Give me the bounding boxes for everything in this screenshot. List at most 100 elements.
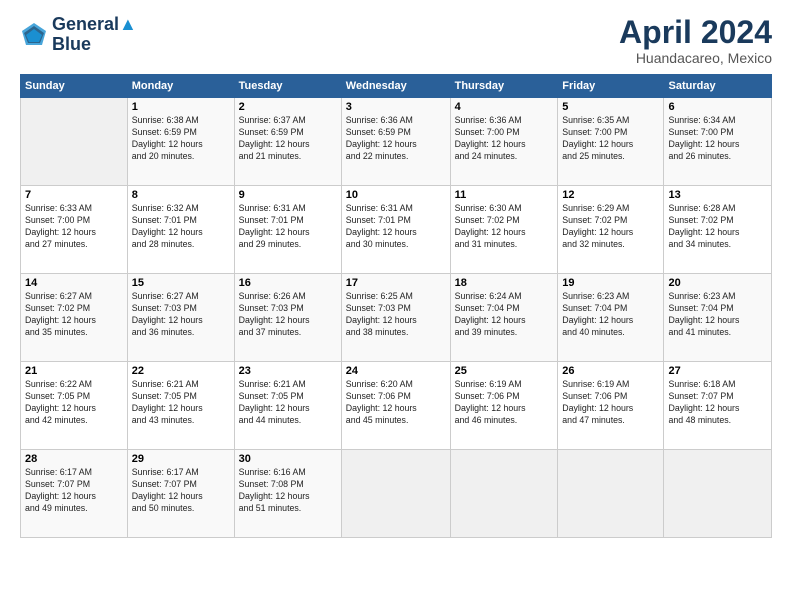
day-number: 1 [132, 101, 230, 113]
day-info: Sunrise: 6:27 AM Sunset: 7:02 PM Dayligh… [25, 291, 123, 339]
day-info: Sunrise: 6:30 AM Sunset: 7:02 PM Dayligh… [455, 203, 554, 251]
day-number: 19 [562, 277, 659, 289]
day-number: 9 [239, 189, 337, 201]
calendar-cell: 23 Sunrise: 6:21 AM Sunset: 7:05 PM Dayli… [234, 362, 341, 450]
calendar-cell: 19 Sunrise: 6:23 AM Sunset: 7:04 PM Dayli… [558, 274, 664, 362]
weekday-header-saturday: Saturday [664, 75, 772, 98]
calendar-cell: 27 Sunrise: 6:18 AM Sunset: 7:07 PM Dayli… [664, 362, 772, 450]
day-number: 26 [562, 365, 659, 377]
calendar-cell: 30Sunrise: 6:16 AM Sunset: 7:08 PM Dayli… [234, 450, 341, 538]
day-info: Sunrise: 6:34 AM Sunset: 7:00 PM Dayligh… [668, 115, 767, 163]
calendar-cell: 28Sunrise: 6:17 AM Sunset: 7:07 PM Dayli… [21, 450, 128, 538]
day-number: 18 [455, 277, 554, 289]
day-number: 3 [346, 101, 446, 113]
calendar-week-4: 21 Sunrise: 6:22 AM Sunset: 7:05 PM Dayli… [21, 362, 772, 450]
day-info: Sunrise: 6:19 AM Sunset: 7:06 PM Dayligh… [562, 379, 659, 427]
weekday-header-thursday: Thursday [450, 75, 558, 98]
calendar-cell: 29 Sunrise: 6:17 AM Sunset: 7:07 PM Dayli… [127, 450, 234, 538]
day-number: 4 [455, 101, 554, 113]
day-info: Sunrise: 6:32 AM Sunset: 7:01 PM Dayligh… [132, 203, 230, 251]
day-info: Sunrise: 6:20 AM Sunset: 7:06 PM Dayligh… [346, 379, 446, 427]
day-info: Sunrise: 6:38 AM Sunset: 6:59 PM Dayligh… [132, 115, 230, 163]
day-info: Sunrise: 6:23 AM Sunset: 7:04 PM Dayligh… [668, 291, 767, 339]
day-info: Sunrise: 6:22 AM Sunset: 7:05 PM Dayligh… [25, 379, 123, 427]
weekday-header-sunday: Sunday [21, 75, 128, 98]
calendar-week-3: 14 Sunrise: 6:27 AM Sunset: 7:02 PM Dayli… [21, 274, 772, 362]
day-info: Sunrise: 6:28 AM Sunset: 7:02 PM Dayligh… [668, 203, 767, 251]
day-number: 29 [132, 453, 230, 465]
calendar-cell: 26 Sunrise: 6:19 AM Sunset: 7:06 PM Dayli… [558, 362, 664, 450]
calendar-cell: 17 Sunrise: 6:25 AM Sunset: 7:03 PM Dayli… [341, 274, 450, 362]
calendar-cell: 12 Sunrise: 6:29 AM Sunset: 7:02 PM Dayli… [558, 186, 664, 274]
calendar-cell: 13 Sunrise: 6:28 AM Sunset: 7:02 PM Dayli… [664, 186, 772, 274]
day-number: 23 [239, 365, 337, 377]
day-number: 14 [25, 277, 123, 289]
day-number: 25 [455, 365, 554, 377]
calendar-table: SundayMondayTuesdayWednesdayThursdayFrid… [20, 74, 772, 538]
day-number: 13 [668, 189, 767, 201]
day-info: Sunrise: 6:27 AM Sunset: 7:03 PM Dayligh… [132, 291, 230, 339]
calendar-cell [558, 450, 664, 538]
day-number: 30 [239, 453, 337, 465]
day-number: 7 [25, 189, 123, 201]
day-number: 24 [346, 365, 446, 377]
day-info: Sunrise: 6:31 AM Sunset: 7:01 PM Dayligh… [239, 203, 337, 251]
weekday-header-friday: Friday [558, 75, 664, 98]
day-info: Sunrise: 6:23 AM Sunset: 7:04 PM Dayligh… [562, 291, 659, 339]
day-number: 11 [455, 189, 554, 201]
weekday-header-tuesday: Tuesday [234, 75, 341, 98]
calendar-cell: 18Sunrise: 6:24 AM Sunset: 7:04 PM Dayli… [450, 274, 558, 362]
calendar-cell: 7Sunrise: 6:33 AM Sunset: 7:00 PM Daylig… [21, 186, 128, 274]
page: General▲ Blue April 2024 Huandacareo, Me… [0, 0, 792, 612]
calendar-cell: 10 Sunrise: 6:31 AM Sunset: 7:01 PM Dayli… [341, 186, 450, 274]
day-number: 10 [346, 189, 446, 201]
calendar-cell: 3 Sunrise: 6:36 AM Sunset: 6:59 PM Daylig… [341, 98, 450, 186]
calendar-cell: 8 Sunrise: 6:32 AM Sunset: 7:01 PM Daylig… [127, 186, 234, 274]
day-info: Sunrise: 6:31 AM Sunset: 7:01 PM Dayligh… [346, 203, 446, 251]
calendar-cell: 11 Sunrise: 6:30 AM Sunset: 7:02 PM Dayli… [450, 186, 558, 274]
day-info: Sunrise: 6:29 AM Sunset: 7:02 PM Dayligh… [562, 203, 659, 251]
day-number: 5 [562, 101, 659, 113]
day-number: 2 [239, 101, 337, 113]
day-info: Sunrise: 6:19 AM Sunset: 7:06 PM Dayligh… [455, 379, 554, 427]
calendar-cell [341, 450, 450, 538]
calendar-cell: 15 Sunrise: 6:27 AM Sunset: 7:03 PM Dayli… [127, 274, 234, 362]
calendar-cell: 22Sunrise: 6:21 AM Sunset: 7:05 PM Dayli… [127, 362, 234, 450]
day-info: Sunrise: 6:21 AM Sunset: 7:05 PM Dayligh… [132, 379, 230, 427]
month-title: April 2024 [619, 15, 772, 50]
calendar-cell: 4 Sunrise: 6:36 AM Sunset: 7:00 PM Daylig… [450, 98, 558, 186]
calendar-cell: 6 Sunrise: 6:34 AM Sunset: 7:00 PM Daylig… [664, 98, 772, 186]
day-number: 28 [25, 453, 123, 465]
day-info: Sunrise: 6:17 AM Sunset: 7:07 PM Dayligh… [132, 467, 230, 515]
header: General▲ Blue April 2024 Huandacareo, Me… [20, 15, 772, 66]
day-number: 21 [25, 365, 123, 377]
calendar-cell: 1 Sunrise: 6:38 AM Sunset: 6:59 PM Daylig… [127, 98, 234, 186]
calendar-week-2: 7Sunrise: 6:33 AM Sunset: 7:00 PM Daylig… [21, 186, 772, 274]
logo-icon [20, 21, 48, 49]
day-number: 15 [132, 277, 230, 289]
calendar-cell: 24 Sunrise: 6:20 AM Sunset: 7:06 PM Dayli… [341, 362, 450, 450]
day-info: Sunrise: 6:36 AM Sunset: 7:00 PM Dayligh… [455, 115, 554, 163]
day-number: 12 [562, 189, 659, 201]
calendar-cell: 9 Sunrise: 6:31 AM Sunset: 7:01 PM Daylig… [234, 186, 341, 274]
day-number: 8 [132, 189, 230, 201]
day-info: Sunrise: 6:18 AM Sunset: 7:07 PM Dayligh… [668, 379, 767, 427]
calendar-cell: 14 Sunrise: 6:27 AM Sunset: 7:02 PM Dayli… [21, 274, 128, 362]
day-info: Sunrise: 6:36 AM Sunset: 6:59 PM Dayligh… [346, 115, 446, 163]
day-info: Sunrise: 6:21 AM Sunset: 7:05 PM Dayligh… [239, 379, 337, 427]
location: Huandacareo, Mexico [619, 50, 772, 66]
weekday-header-monday: Monday [127, 75, 234, 98]
day-number: 17 [346, 277, 446, 289]
day-number: 27 [668, 365, 767, 377]
day-number: 20 [668, 277, 767, 289]
day-info: Sunrise: 6:35 AM Sunset: 7:00 PM Dayligh… [562, 115, 659, 163]
logo: General▲ Blue [20, 15, 137, 55]
calendar-cell: 16Sunrise: 6:26 AM Sunset: 7:03 PM Dayli… [234, 274, 341, 362]
calendar-week-1: 1 Sunrise: 6:38 AM Sunset: 6:59 PM Daylig… [21, 98, 772, 186]
day-info: Sunrise: 6:25 AM Sunset: 7:03 PM Dayligh… [346, 291, 446, 339]
calendar-cell: 20 Sunrise: 6:23 AM Sunset: 7:04 PM Dayli… [664, 274, 772, 362]
day-number: 6 [668, 101, 767, 113]
calendar-cell [21, 98, 128, 186]
calendar-cell [450, 450, 558, 538]
calendar-week-5: 28 Sunrise: 6:17 AM Sunset: 7:07 PM Dayli… [21, 450, 772, 538]
